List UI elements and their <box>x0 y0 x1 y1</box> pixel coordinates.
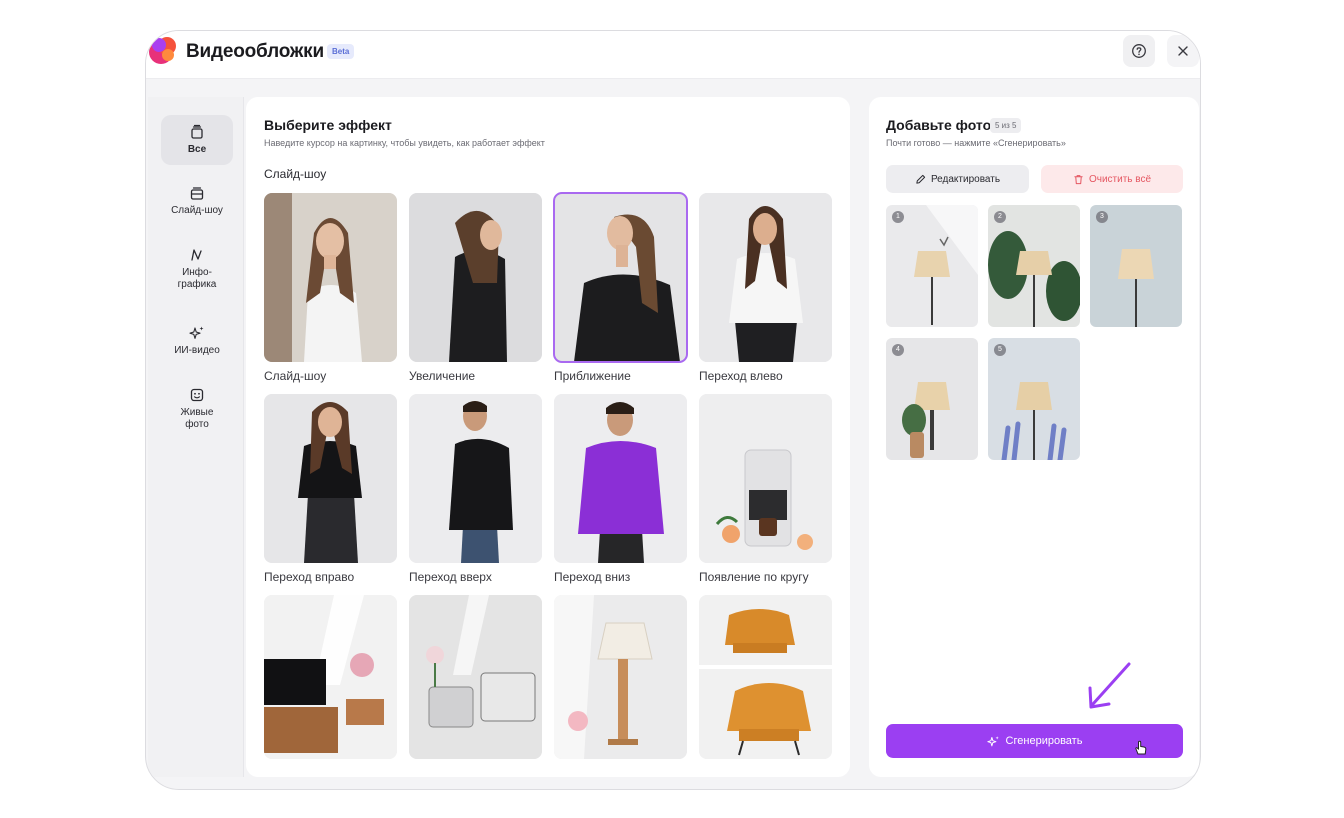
effect-tile-lamp[interactable] <box>554 595 687 759</box>
coffee-machine-photo <box>699 394 832 563</box>
effect-label: Переход вверх <box>409 570 492 584</box>
photo-thumbnail[interactable]: 5 <box>988 338 1080 460</box>
sidebar-item-all[interactable]: Все <box>161 115 233 165</box>
photo-thumbnail[interactable]: 4 <box>886 338 978 460</box>
sidebar-item-slideshow[interactable]: Слайд-шоу <box>161 185 233 225</box>
woman-white-tshirt-photo <box>264 193 397 362</box>
sidebar-item-live-photos[interactable]: Живые фото <box>161 387 233 435</box>
photo-number: 2 <box>994 211 1006 223</box>
photo-number: 3 <box>1096 211 1108 223</box>
generate-button-label: Сгенерировать <box>1005 735 1083 747</box>
slides-icon <box>190 187 204 200</box>
photo-thumbnail[interactable]: 2 <box>988 205 1080 327</box>
effect-label: Переход влево <box>699 369 783 383</box>
lamp-photo-2 <box>988 205 1080 327</box>
effect-label: Появление по кругу <box>699 570 809 584</box>
effect-label: Приближение <box>554 369 631 383</box>
tv-stand-room-photo <box>264 595 397 759</box>
lamp-photo-3 <box>1090 205 1182 327</box>
category-sidebar: Все Слайд-шоу Инфо-графика ИИ-видео Живы… <box>148 97 244 777</box>
sidebar-item-label: ИИ-видео <box>174 345 220 356</box>
effect-tile-slide-right[interactable] <box>264 394 397 563</box>
effect-label: Увеличение <box>409 369 476 383</box>
effect-label: Переход вниз <box>554 570 631 584</box>
effect-tile-toaster[interactable] <box>409 595 542 759</box>
pointer-arrow-icon <box>1088 662 1131 709</box>
trash-icon <box>1074 174 1083 184</box>
beta-badge: Beta <box>327 44 355 59</box>
close-icon <box>1178 46 1188 56</box>
lamp-photo-4 <box>886 338 978 460</box>
hand-cursor-icon <box>1135 740 1147 755</box>
effects-title: Выберите эффект <box>264 117 392 133</box>
effects-panel: Выберите эффект Наведите курсор на карти… <box>246 97 948 777</box>
man-purple-hoodie-photo <box>554 394 687 563</box>
photos-panel: Добавьте фото 5 из 5 Почти готово — нажм… <box>869 97 1199 777</box>
effect-tile-circle-reveal[interactable] <box>699 394 832 563</box>
effect-tile-slide-left[interactable] <box>699 193 832 362</box>
sidebar-item-label: Слайд-шоу <box>171 205 223 216</box>
app-logo-icon <box>149 37 176 64</box>
man-black-hoodie-photo <box>409 394 542 563</box>
app-title: Видеообложки <box>186 41 324 62</box>
sparkles-icon <box>189 326 204 339</box>
sidebar-item-ai-video[interactable]: ИИ-видео <box>161 325 233 361</box>
edit-button[interactable]: Редактировать <box>886 165 1029 193</box>
sidebar-item-label: Инфо-графика <box>177 267 217 290</box>
photo-thumbnail[interactable]: 1 <box>886 205 978 327</box>
woman-black-tshirt-back-photo <box>409 193 542 362</box>
photo-thumbnail[interactable]: 3 <box>1090 205 1182 327</box>
edit-button-label: Редактировать <box>930 173 1001 185</box>
woman-profile-black-sweater-photo <box>554 193 687 362</box>
effect-tile-armchair[interactable] <box>699 595 832 759</box>
app-window: Видеообложки Beta Все Слайд-шоу Инфо-гра… <box>145 30 1201 790</box>
section-title: Слайд-шоу <box>264 167 327 181</box>
sidebar-item-label: Живые фото <box>180 407 214 430</box>
toaster-kitchen-photo <box>409 595 542 759</box>
lamp-photo-5 <box>988 338 1080 460</box>
close-button[interactable] <box>1167 35 1199 67</box>
effect-label: Слайд-шоу <box>264 369 327 383</box>
title-bar: Видеообложки Beta <box>146 31 1200 79</box>
pencil-icon <box>916 174 926 184</box>
photos-title: Добавьте фото <box>886 117 992 133</box>
clear-all-label: Очистить всё <box>1088 173 1152 185</box>
help-button[interactable] <box>1123 35 1155 67</box>
photo-number: 1 <box>892 211 904 223</box>
effect-tile-slideshow[interactable] <box>264 193 397 362</box>
stack-icon <box>191 124 203 139</box>
woman-black-outfit-photo <box>264 394 397 563</box>
chart-line-icon <box>191 249 202 261</box>
armchair-photo <box>699 595 832 759</box>
lamp-photo-1 <box>886 205 978 327</box>
woman-white-tshirt-jeans-photo <box>699 193 832 362</box>
effects-subtitle: Наведите курсор на картинку, чтобы увиде… <box>264 138 545 148</box>
effect-tile-slide-up[interactable] <box>409 394 542 563</box>
sparkles-icon <box>986 735 999 746</box>
effect-label: Переход вправо <box>264 570 355 584</box>
lamp-room-photo <box>554 595 687 759</box>
effect-tile-zoom-in[interactable] <box>409 193 542 362</box>
photo-number: 4 <box>892 344 904 356</box>
effect-tile-slide-down[interactable] <box>554 394 687 563</box>
photos-subtitle: Почти готово — нажмите «Сгенерировать» <box>886 138 1066 148</box>
question-circle-icon <box>1132 44 1146 58</box>
photos-count-badge: 5 из 5 <box>990 118 1022 133</box>
photo-number: 5 <box>994 344 1006 356</box>
sidebar-item-label: Все <box>187 144 207 155</box>
effect-tile-tv-room[interactable] <box>264 595 397 759</box>
effect-tile-approach[interactable] <box>553 192 688 363</box>
sidebar-item-infographics[interactable]: Инфо-графика <box>161 247 233 295</box>
smile-face-icon <box>190 388 204 402</box>
clear-all-button[interactable]: Очистить всё <box>1041 165 1183 193</box>
